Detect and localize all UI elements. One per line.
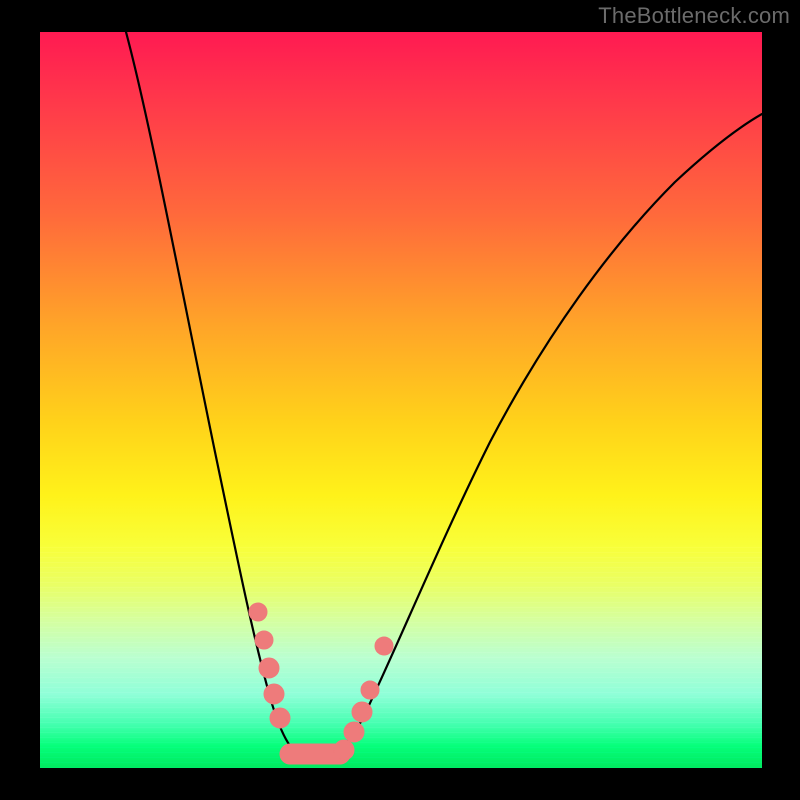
marker-dot bbox=[264, 684, 284, 704]
plot-area bbox=[40, 32, 762, 768]
marker-dot bbox=[334, 740, 354, 760]
marker-dot bbox=[270, 708, 290, 728]
marker-dot bbox=[255, 631, 273, 649]
marker-dot bbox=[352, 702, 372, 722]
marker-cluster bbox=[249, 603, 393, 764]
chart-frame: TheBottleneck.com bbox=[0, 0, 800, 800]
watermark-text: TheBottleneck.com bbox=[598, 3, 790, 29]
curve-layer bbox=[40, 32, 762, 768]
marker-dot bbox=[344, 722, 364, 742]
marker-dot bbox=[259, 658, 279, 678]
marker-dot bbox=[249, 603, 267, 621]
bottleneck-curve bbox=[126, 32, 762, 761]
marker-dot bbox=[375, 637, 393, 655]
marker-dot bbox=[361, 681, 379, 699]
